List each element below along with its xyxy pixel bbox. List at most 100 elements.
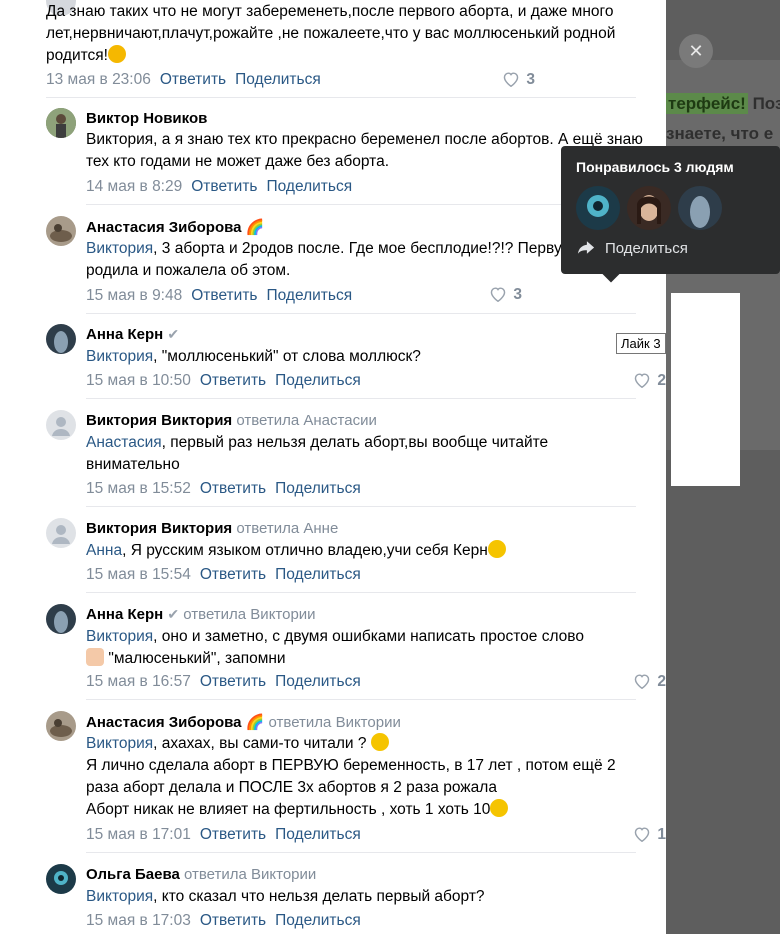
liker-avatar[interactable] bbox=[627, 186, 671, 230]
like-button[interactable]: 3 bbox=[502, 71, 535, 89]
like-button[interactable]: 3 bbox=[489, 286, 522, 304]
reply-to-label[interactable]: ответила Виктории bbox=[269, 714, 401, 731]
divider bbox=[86, 592, 636, 593]
reply-button[interactable]: Ответить bbox=[160, 71, 226, 88]
mention-link[interactable]: Виктория bbox=[86, 348, 153, 365]
comment-date[interactable]: 14 мая в 8:29 bbox=[86, 178, 182, 195]
avatar-photo bbox=[46, 864, 76, 894]
comment-date[interactable]: 15 мая в 17:03 bbox=[86, 912, 191, 929]
avatar-photo bbox=[46, 216, 76, 246]
avatar[interactable] bbox=[46, 216, 76, 246]
mention-link[interactable]: Виктория bbox=[86, 240, 153, 257]
rainbow-icon: 🌈 bbox=[245, 714, 265, 731]
default-avatar-icon bbox=[52, 417, 70, 436]
reply-button[interactable]: Ответить bbox=[200, 480, 266, 497]
liker-avatar[interactable] bbox=[576, 186, 620, 230]
author-name[interactable]: Анна Керн ✔ ответила Виктории bbox=[86, 606, 316, 623]
mention-link[interactable]: Виктория bbox=[86, 628, 153, 645]
comment-meta: 15 мая в 17:03 Ответить Поделиться bbox=[86, 912, 361, 930]
avatar[interactable] bbox=[46, 108, 76, 138]
comments-feed: Да знаю таких что не могут забеременеть,… bbox=[0, 0, 666, 934]
woman-emoji-icon bbox=[86, 648, 104, 666]
reply-button[interactable]: Ответить bbox=[200, 566, 266, 583]
author-name[interactable]: Анна Керн ✔ bbox=[86, 326, 179, 343]
reply-button[interactable]: Ответить bbox=[200, 826, 266, 843]
mention-link[interactable]: Анна bbox=[86, 542, 122, 559]
comment-meta: 15 мая в 9:48 Ответить Поделиться bbox=[86, 287, 352, 305]
comment-meta: 15 мая в 10:50 Ответить Поделиться bbox=[86, 372, 361, 390]
divider bbox=[86, 398, 636, 399]
reply-to-label[interactable]: ответила Анне bbox=[236, 520, 338, 537]
tooltip-share-button[interactable]: Поделиться bbox=[577, 240, 688, 257]
like-hint-tooltip: Лайк 3 bbox=[616, 333, 666, 354]
avatar[interactable] bbox=[46, 711, 76, 741]
share-button[interactable]: Поделиться bbox=[275, 566, 361, 583]
heart-icon bbox=[491, 287, 506, 303]
author-name[interactable]: Ольга Баева ответила Виктории bbox=[86, 866, 316, 883]
like-button[interactable]: 2 bbox=[633, 673, 666, 691]
verified-check-icon: ✔ bbox=[167, 326, 180, 342]
comment-date[interactable]: 15 мая в 15:54 bbox=[86, 566, 191, 583]
avatar[interactable] bbox=[46, 324, 76, 354]
reply-button[interactable]: Ответить bbox=[191, 178, 257, 195]
divider bbox=[86, 204, 636, 205]
divider bbox=[86, 506, 636, 507]
reply-button[interactable]: Ответить bbox=[191, 287, 257, 304]
author-name[interactable]: Виктория Виктория ответила Анастасии bbox=[86, 412, 377, 429]
reply-to-label[interactable]: ответила Анастасии bbox=[236, 412, 376, 429]
share-button[interactable]: Поделиться bbox=[267, 287, 353, 304]
reply-to-label[interactable]: ответила Виктории bbox=[184, 866, 316, 883]
rainbow-icon: 🌈 bbox=[245, 219, 265, 236]
avatar[interactable] bbox=[46, 604, 76, 634]
comment-text: Да знаю таких что не могут забеременеть,… bbox=[46, 3, 616, 64]
avatar-photo bbox=[627, 186, 671, 230]
reply-to-label[interactable]: ответила Виктории bbox=[183, 606, 315, 623]
author-name[interactable]: Виктория Виктория ответила Анне bbox=[86, 520, 338, 537]
likes-tooltip-title[interactable]: Понравилось 3 людям bbox=[576, 159, 734, 175]
mention-link[interactable]: Виктория bbox=[86, 735, 153, 752]
modal-backdrop[interactable]: терфейс! Поз знаете, что е bbox=[666, 0, 780, 934]
likes-tooltip: Понравилось 3 людям Поделиться bbox=[561, 146, 780, 283]
avatar-photo bbox=[576, 186, 620, 230]
reply-button[interactable]: Ответить bbox=[200, 912, 266, 929]
like-button[interactable]: 1 bbox=[633, 826, 666, 844]
comment-text: Виктория, ахахах, вы сами-то читали ? Я … bbox=[86, 733, 616, 818]
like-button[interactable]: 2 bbox=[633, 372, 666, 390]
comment-meta: 15 мая в 17:01 Ответить Поделиться bbox=[86, 826, 361, 844]
comment-date[interactable]: 15 мая в 17:01 bbox=[86, 826, 191, 843]
avatar[interactable] bbox=[46, 518, 76, 548]
like-count: 3 bbox=[526, 71, 535, 88]
reply-button[interactable]: Ответить bbox=[200, 673, 266, 690]
author-name[interactable]: Анастасия Зиборова 🌈 bbox=[86, 218, 264, 236]
share-button[interactable]: Поделиться bbox=[267, 178, 353, 195]
share-button[interactable]: Поделиться bbox=[275, 372, 361, 389]
share-button[interactable]: Поделиться bbox=[275, 480, 361, 497]
divider bbox=[46, 97, 636, 98]
avatar[interactable] bbox=[46, 864, 76, 894]
laughing-emoji-icon bbox=[487, 540, 506, 558]
author-name[interactable]: Виктор Новиков bbox=[86, 110, 207, 127]
share-button[interactable]: Поделиться bbox=[235, 71, 321, 88]
share-button[interactable]: Поделиться bbox=[275, 826, 361, 843]
comment-date[interactable]: 15 мая в 16:57 bbox=[86, 673, 191, 690]
author-name[interactable]: Анастасия Зиборова 🌈 ответила Виктории bbox=[86, 713, 401, 731]
heart-icon bbox=[635, 827, 650, 843]
share-button[interactable]: Поделиться bbox=[275, 673, 361, 690]
share-button[interactable]: Поделиться bbox=[275, 912, 361, 929]
comment-meta: 14 мая в 8:29 Ответить Поделиться bbox=[86, 178, 352, 196]
avatar[interactable] bbox=[46, 410, 76, 440]
reply-button[interactable]: Ответить bbox=[200, 372, 266, 389]
comment-date[interactable]: 13 мая в 23:06 bbox=[46, 71, 151, 88]
liker-avatar[interactable] bbox=[678, 186, 722, 230]
close-button[interactable]: ✕ bbox=[679, 34, 713, 68]
comment-date[interactable]: 15 мая в 15:52 bbox=[86, 480, 191, 497]
comment-meta: 15 мая в 15:52 Ответить Поделиться bbox=[86, 480, 361, 498]
comment-text: Анна, Я русским языком отлично владею,уч… bbox=[86, 540, 646, 562]
mention-link[interactable]: Анастасия bbox=[86, 434, 162, 451]
comment-date[interactable]: 15 мая в 9:48 bbox=[86, 287, 182, 304]
comment-date[interactable]: 15 мая в 10:50 bbox=[86, 372, 191, 389]
like-count: 1 bbox=[657, 826, 666, 843]
avatar-photo bbox=[46, 604, 76, 634]
share-arrow-icon bbox=[577, 241, 595, 254]
mention-link[interactable]: Виктория bbox=[86, 888, 153, 905]
